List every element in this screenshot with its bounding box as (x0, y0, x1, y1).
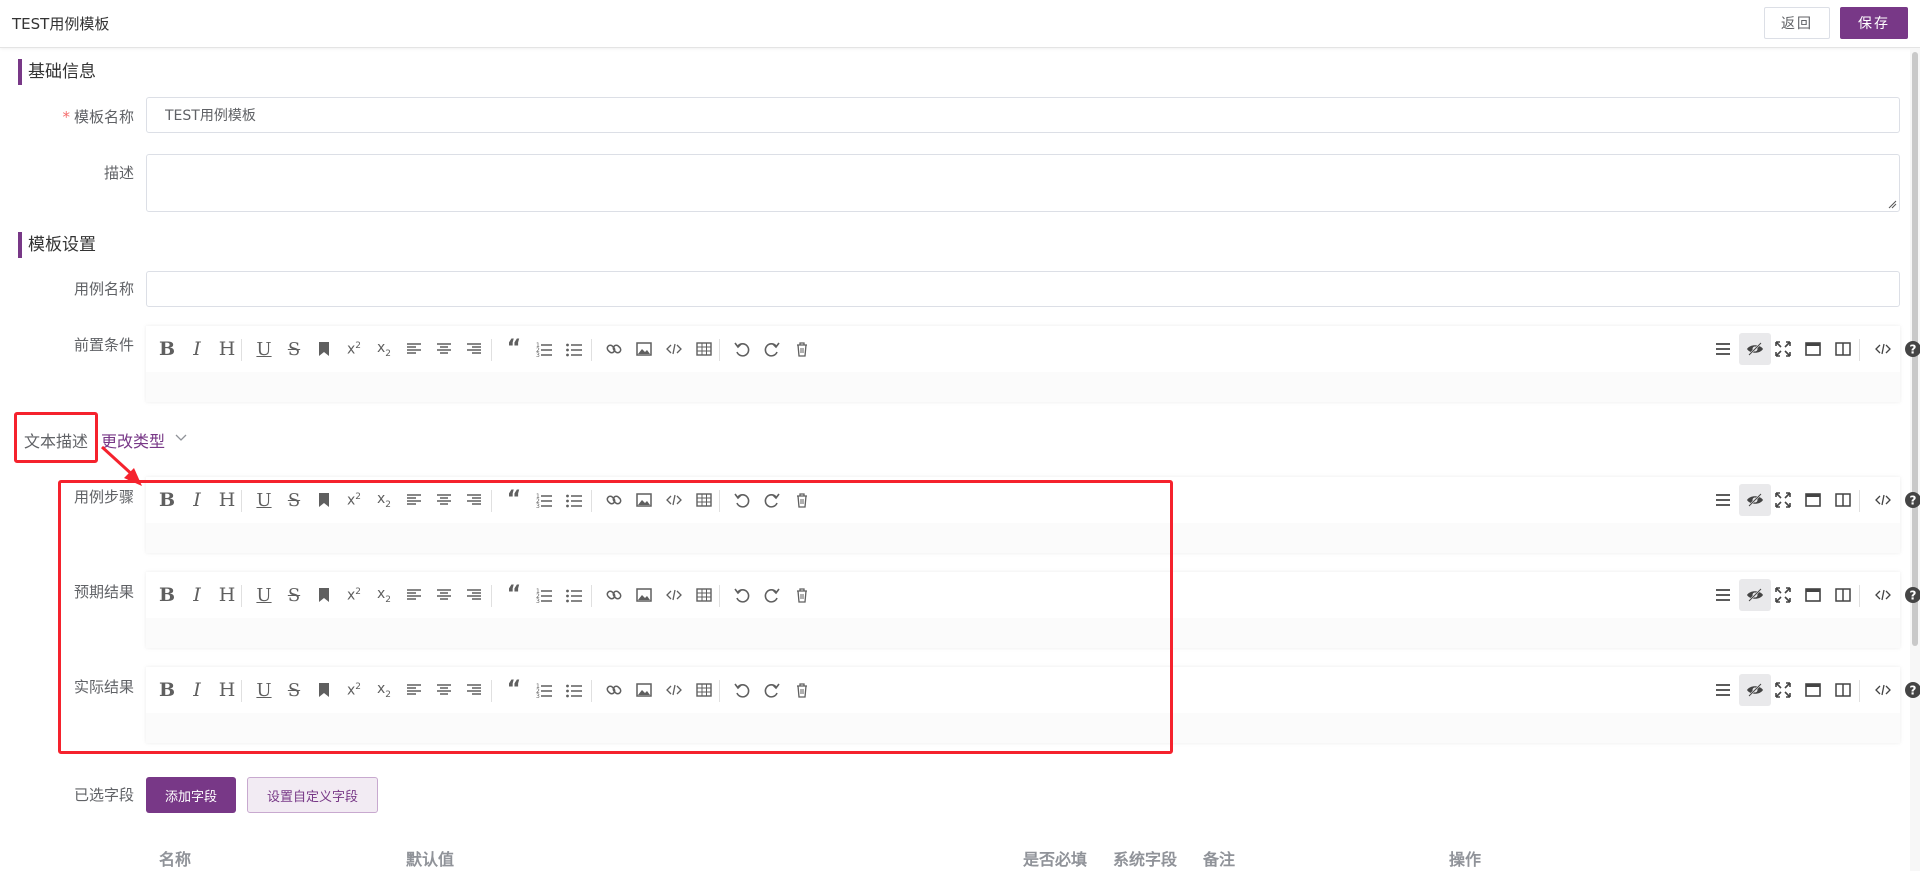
redo-icon[interactable] (758, 335, 786, 363)
quote-icon[interactable]: “ (500, 335, 528, 363)
annotation-highlight-box (14, 412, 98, 463)
fullscreen-icon[interactable] (1769, 581, 1797, 609)
html-code-icon[interactable] (1869, 335, 1897, 363)
link-icon[interactable] (600, 335, 628, 363)
help-icon[interactable]: ? (1899, 486, 1920, 514)
image-icon[interactable] (630, 335, 658, 363)
help-icon[interactable]: ? (1899, 581, 1920, 609)
code-icon[interactable] (660, 335, 688, 363)
undo-icon[interactable] (728, 335, 756, 363)
page-header: TEST用例模板 返回 保存 (0, 0, 1920, 48)
template-settings-section-title: 模板设置 (18, 232, 96, 258)
toolbar-divider (719, 339, 720, 361)
bold-icon[interactable]: B (153, 335, 181, 363)
split-view-icon[interactable] (1829, 581, 1857, 609)
precondition-label: 前置条件 (73, 336, 134, 354)
change-type-dropdown[interactable]: 更改类型 (101, 428, 165, 452)
toolbar-divider (491, 339, 492, 361)
selected-fields-label: 已选字段 (73, 786, 134, 804)
menu-icon[interactable] (1709, 581, 1737, 609)
toolbar-divider (241, 339, 242, 361)
column-header-action: 操作 (1449, 850, 1482, 869)
description-label: 描述 (103, 164, 134, 182)
ordered-list-icon[interactable]: 123 (530, 335, 558, 363)
eye-icon[interactable] (1739, 579, 1771, 611)
window-icon[interactable] (1799, 581, 1827, 609)
help-icon[interactable]: ? (1899, 676, 1920, 704)
fullscreen-icon[interactable] (1769, 676, 1797, 704)
column-header-system: 系统字段 (1113, 850, 1178, 869)
page-title: TEST用例模板 (12, 15, 110, 33)
unordered-list-icon[interactable] (560, 335, 588, 363)
svg-text:?: ? (1910, 684, 1917, 698)
svg-text:?: ? (1910, 494, 1917, 508)
template-name-input[interactable] (146, 97, 1900, 133)
description-textarea[interactable] (146, 154, 1900, 212)
fullscreen-icon[interactable] (1769, 335, 1797, 363)
trash-icon[interactable] (788, 335, 816, 363)
case-name-label: 用例名称 (73, 280, 134, 298)
menu-icon[interactable] (1709, 486, 1737, 514)
menu-icon[interactable] (1709, 676, 1737, 704)
annotation-highlight-box-editors (58, 480, 1173, 754)
custom-field-button[interactable]: 设置自定义字段 (247, 777, 378, 813)
mark-icon[interactable] (310, 335, 338, 363)
html-code-icon[interactable] (1869, 581, 1897, 609)
window-icon[interactable] (1799, 486, 1827, 514)
editor-toolbar: B I H U Sx2 x2 “1 2 3? (146, 326, 1920, 372)
toolbar-divider (591, 339, 592, 361)
help-icon[interactable]: ? (1899, 335, 1920, 363)
precondition-editor[interactable]: B I H U Sx2 x2 “1 2 3? (146, 326, 1920, 402)
split-view-icon[interactable] (1829, 335, 1857, 363)
toolbar-divider (1859, 680, 1860, 702)
heading-icon[interactable]: H (213, 335, 241, 363)
align-center-icon[interactable] (430, 335, 458, 363)
svg-text:?: ? (1910, 343, 1917, 357)
resize-grip-icon[interactable] (1887, 199, 1897, 209)
toolbar-divider (1859, 585, 1860, 607)
back-button[interactable]: 返回 (1764, 7, 1830, 39)
table-icon[interactable] (690, 335, 718, 363)
column-header-name: 名称 (159, 850, 192, 869)
basic-info-section-title: 基础信息 (18, 59, 96, 85)
html-code-icon[interactable] (1869, 676, 1897, 704)
column-header-default: 默认值 (406, 850, 455, 869)
eye-icon[interactable] (1739, 674, 1771, 706)
case-name-input[interactable] (146, 271, 1900, 307)
column-header-required: 是否必填 (1023, 850, 1088, 869)
template-name-label: * 模板名称 (62, 108, 134, 126)
add-field-button[interactable]: 添加字段 (146, 777, 236, 813)
align-left-icon[interactable] (400, 335, 428, 363)
fullscreen-icon[interactable] (1769, 486, 1797, 514)
svg-text:3: 3 (536, 352, 540, 358)
window-icon[interactable] (1799, 676, 1827, 704)
save-button[interactable]: 保存 (1840, 7, 1908, 39)
split-view-icon[interactable] (1829, 676, 1857, 704)
html-code-icon[interactable] (1869, 486, 1897, 514)
chevron-down-icon[interactable] (174, 430, 188, 444)
menu-icon[interactable] (1709, 335, 1737, 363)
italic-icon[interactable]: I (183, 335, 211, 363)
editor-content-area[interactable] (146, 372, 1900, 402)
window-icon[interactable] (1799, 335, 1827, 363)
strikethrough-icon[interactable]: S (280, 335, 308, 363)
split-view-icon[interactable] (1829, 486, 1857, 514)
underline-icon[interactable]: U (250, 335, 278, 363)
eye-icon[interactable] (1739, 484, 1771, 516)
column-header-remark: 备注 (1203, 850, 1236, 869)
eye-icon[interactable] (1739, 333, 1771, 365)
superscript-icon[interactable]: x2 (340, 335, 368, 363)
subscript-icon[interactable]: x2 (370, 335, 398, 363)
toolbar-divider (1859, 339, 1860, 361)
align-right-icon[interactable] (460, 335, 488, 363)
svg-text:?: ? (1910, 589, 1917, 603)
toolbar-divider (1859, 490, 1860, 512)
